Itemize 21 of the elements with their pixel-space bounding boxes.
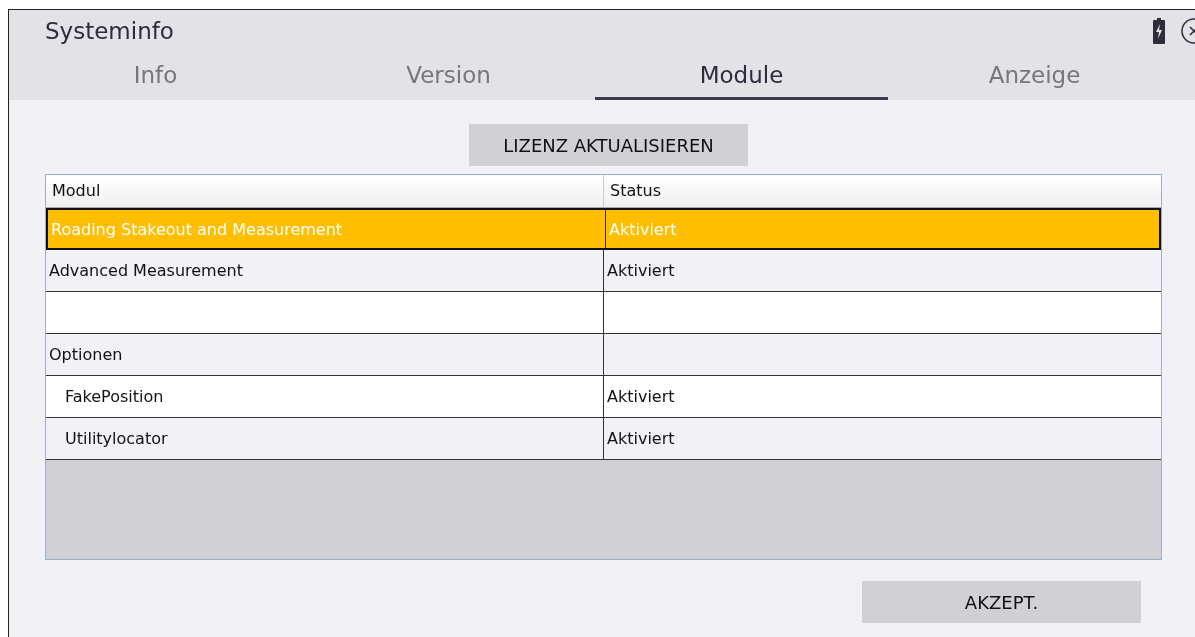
module-name: Advanced Measurement — [49, 261, 243, 280]
column-header: Status — [603, 175, 1161, 207]
table-row[interactable]: Advanced Measurement Aktiviert — [46, 250, 1161, 292]
table-row[interactable] — [46, 292, 1161, 334]
status-text: Aktiviert — [609, 219, 677, 239]
status-text: Aktiviert — [607, 261, 675, 280]
table-row[interactable]: Optionen — [46, 334, 1161, 376]
module-name: Optionen — [49, 345, 123, 364]
table-row[interactable]: Utilitylocator Aktiviert — [46, 418, 1161, 460]
module-name: Roading Stakeout and Measurement — [51, 219, 343, 239]
status-text: Aktiviert — [607, 429, 675, 448]
module-name: Utilitylocator — [64, 429, 168, 448]
battery-icon — [1153, 18, 1165, 44]
column-header: Modul — [51, 180, 102, 202]
update-license-button[interactable]: LIZENZ AKTUALISIEREN — [469, 124, 748, 166]
window-title: Systeminfo — [45, 18, 174, 44]
tab[interactable]: Module — [595, 52, 888, 100]
status-text: Aktiviert — [607, 387, 675, 406]
table-row[interactable]: FakePosition Aktiviert — [46, 376, 1161, 418]
module-name: FakePosition — [64, 387, 164, 406]
accept-button[interactable]: AKZEPT. — [862, 581, 1141, 623]
